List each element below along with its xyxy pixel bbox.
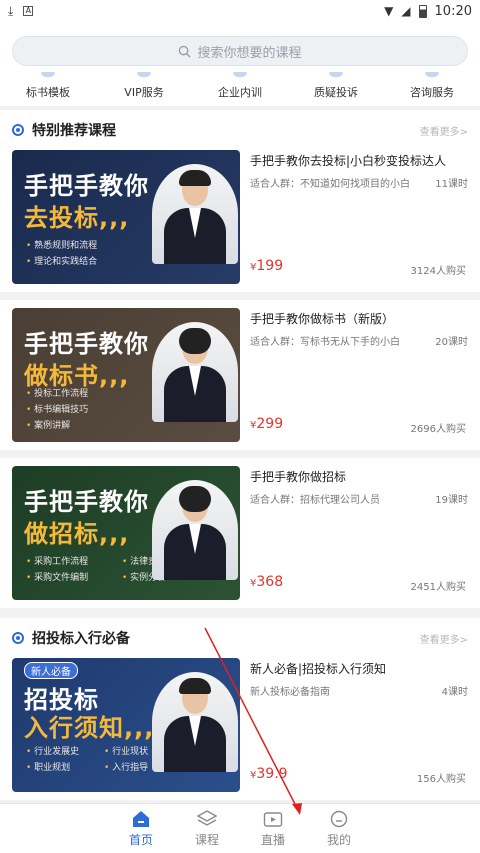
course-audience: 适合人群：招标代理公司人员 bbox=[250, 495, 380, 506]
course-title: 手把手教你做招标 bbox=[250, 470, 347, 484]
course-buyers: 156人购买 bbox=[416, 774, 466, 785]
status-time: 10:20 bbox=[434, 3, 472, 19]
download-icon: ⤓ bbox=[8, 3, 14, 18]
quick-nav-consulting[interactable]: 咨询服务 bbox=[384, 72, 480, 106]
course-title: 手把手教你去投标|小白秒变投标达人 bbox=[250, 154, 447, 168]
user-icon bbox=[330, 810, 348, 828]
tab-live[interactable]: 直播 bbox=[250, 804, 296, 853]
search-input[interactable]: 搜索你想要的课程 bbox=[12, 36, 468, 66]
wifi-icon: ▼ bbox=[384, 4, 394, 18]
new-badge: 新人必备 bbox=[24, 662, 78, 679]
see-more-link[interactable]: 查看更多> bbox=[420, 123, 468, 138]
home-icon bbox=[133, 811, 149, 827]
status-bar: ⤓ A ▼ ◢ 10:20 bbox=[0, 0, 480, 22]
course-lessons: 11课时 bbox=[435, 179, 468, 190]
quick-nav-complaints[interactable]: 质疑投诉 bbox=[288, 72, 384, 106]
section-title: 特别推荐课程 bbox=[32, 123, 116, 139]
course-card[interactable]: 手把手教你 做招标,,, 采购工作流程 采购文件编制 法律责任 实例分析 手把手… bbox=[0, 458, 480, 608]
course-card[interactable]: 手把手教你 做标书,,, 投标工作流程 标书编辑技巧 案例讲解 手把手教你做标书… bbox=[0, 300, 480, 450]
course-price: ¥39.9 bbox=[250, 766, 288, 782]
course-audience: 适合人群：不知道如何找项目的小白 bbox=[250, 179, 410, 190]
instructor-photo bbox=[152, 322, 238, 422]
target-icon bbox=[12, 632, 24, 644]
vip-icon bbox=[137, 72, 151, 77]
quick-nav-vip[interactable]: VIP服务 bbox=[96, 72, 192, 106]
course-price: ¥368 bbox=[250, 574, 284, 590]
course-price: ¥299 bbox=[250, 416, 284, 432]
section-title: 招投标入行必备 bbox=[32, 631, 130, 647]
course-thumbnail: 新人必备 招投标 入行须知,,, 行业发展史 职业规划 行业现状 入行指导 bbox=[12, 658, 240, 792]
course-buyers: 3124人购买 bbox=[410, 266, 466, 277]
see-more-link[interactable]: 查看更多> bbox=[420, 631, 468, 646]
course-title: 手把手教你做标书（新版） bbox=[250, 312, 395, 326]
consult-icon bbox=[425, 72, 439, 77]
instructor-photo bbox=[152, 672, 238, 772]
course-buyers: 2696人购买 bbox=[410, 424, 466, 435]
course-card[interactable]: 手把手教你 去投标,,, 熟悉规则和流程 理论和实践结合 手把手教你去投标|小白… bbox=[0, 142, 480, 292]
signal-icon: ◢ bbox=[401, 4, 411, 18]
course-title: 新人必备|招投标入行须知 bbox=[250, 662, 387, 676]
complaint-icon bbox=[329, 72, 343, 77]
tab-profile[interactable]: 我的 bbox=[316, 804, 362, 853]
course-lessons: 4课时 bbox=[441, 687, 468, 698]
course-thumbnail: 手把手教你 做标书,,, 投标工作流程 标书编辑技巧 案例讲解 bbox=[12, 308, 240, 442]
search-area: 搜索你想要的课程 bbox=[0, 22, 480, 72]
bottom-tab-bar: 首页 课程 直播 我的 bbox=[0, 803, 480, 853]
course-buyers: 2451人购买 bbox=[410, 582, 466, 593]
tab-courses[interactable]: 课程 bbox=[184, 804, 230, 853]
app-notification-icon: A bbox=[23, 6, 34, 16]
target-icon bbox=[12, 124, 24, 136]
course-lessons: 19课时 bbox=[435, 495, 468, 506]
instructor-photo bbox=[152, 164, 238, 264]
training-icon bbox=[233, 72, 247, 77]
course-thumbnail: 手把手教你 去投标,,, 熟悉规则和流程 理论和实践结合 bbox=[12, 150, 240, 284]
tv-play-icon bbox=[263, 812, 283, 827]
layers-icon bbox=[197, 810, 217, 826]
course-lessons: 20课时 bbox=[435, 337, 468, 348]
course-price: ¥199 bbox=[250, 258, 284, 274]
tab-home[interactable]: 首页 bbox=[118, 804, 164, 853]
quick-nav-training[interactable]: 企业内训 bbox=[192, 72, 288, 106]
course-audience: 适合人群：写标书无从下手的小白 bbox=[250, 337, 400, 348]
quick-nav-templates[interactable]: 标书模板 bbox=[0, 72, 96, 106]
instructor-photo bbox=[152, 480, 238, 580]
quick-nav: 标书模板 VIP服务 企业内训 质疑投诉 咨询服务 bbox=[0, 72, 480, 106]
template-icon bbox=[41, 72, 55, 77]
course-thumbnail: 手把手教你 做招标,,, 采购工作流程 采购文件编制 法律责任 实例分析 bbox=[12, 466, 240, 600]
course-audience: 新人投标必备指南 bbox=[250, 687, 330, 698]
battery-icon bbox=[418, 4, 427, 18]
search-placeholder: 搜索你想要的课程 bbox=[197, 45, 302, 61]
course-card[interactable]: 新人必备 招投标 入行须知,,, 行业发展史 职业规划 行业现状 入行指导 新人… bbox=[0, 650, 480, 800]
search-icon bbox=[179, 45, 192, 58]
